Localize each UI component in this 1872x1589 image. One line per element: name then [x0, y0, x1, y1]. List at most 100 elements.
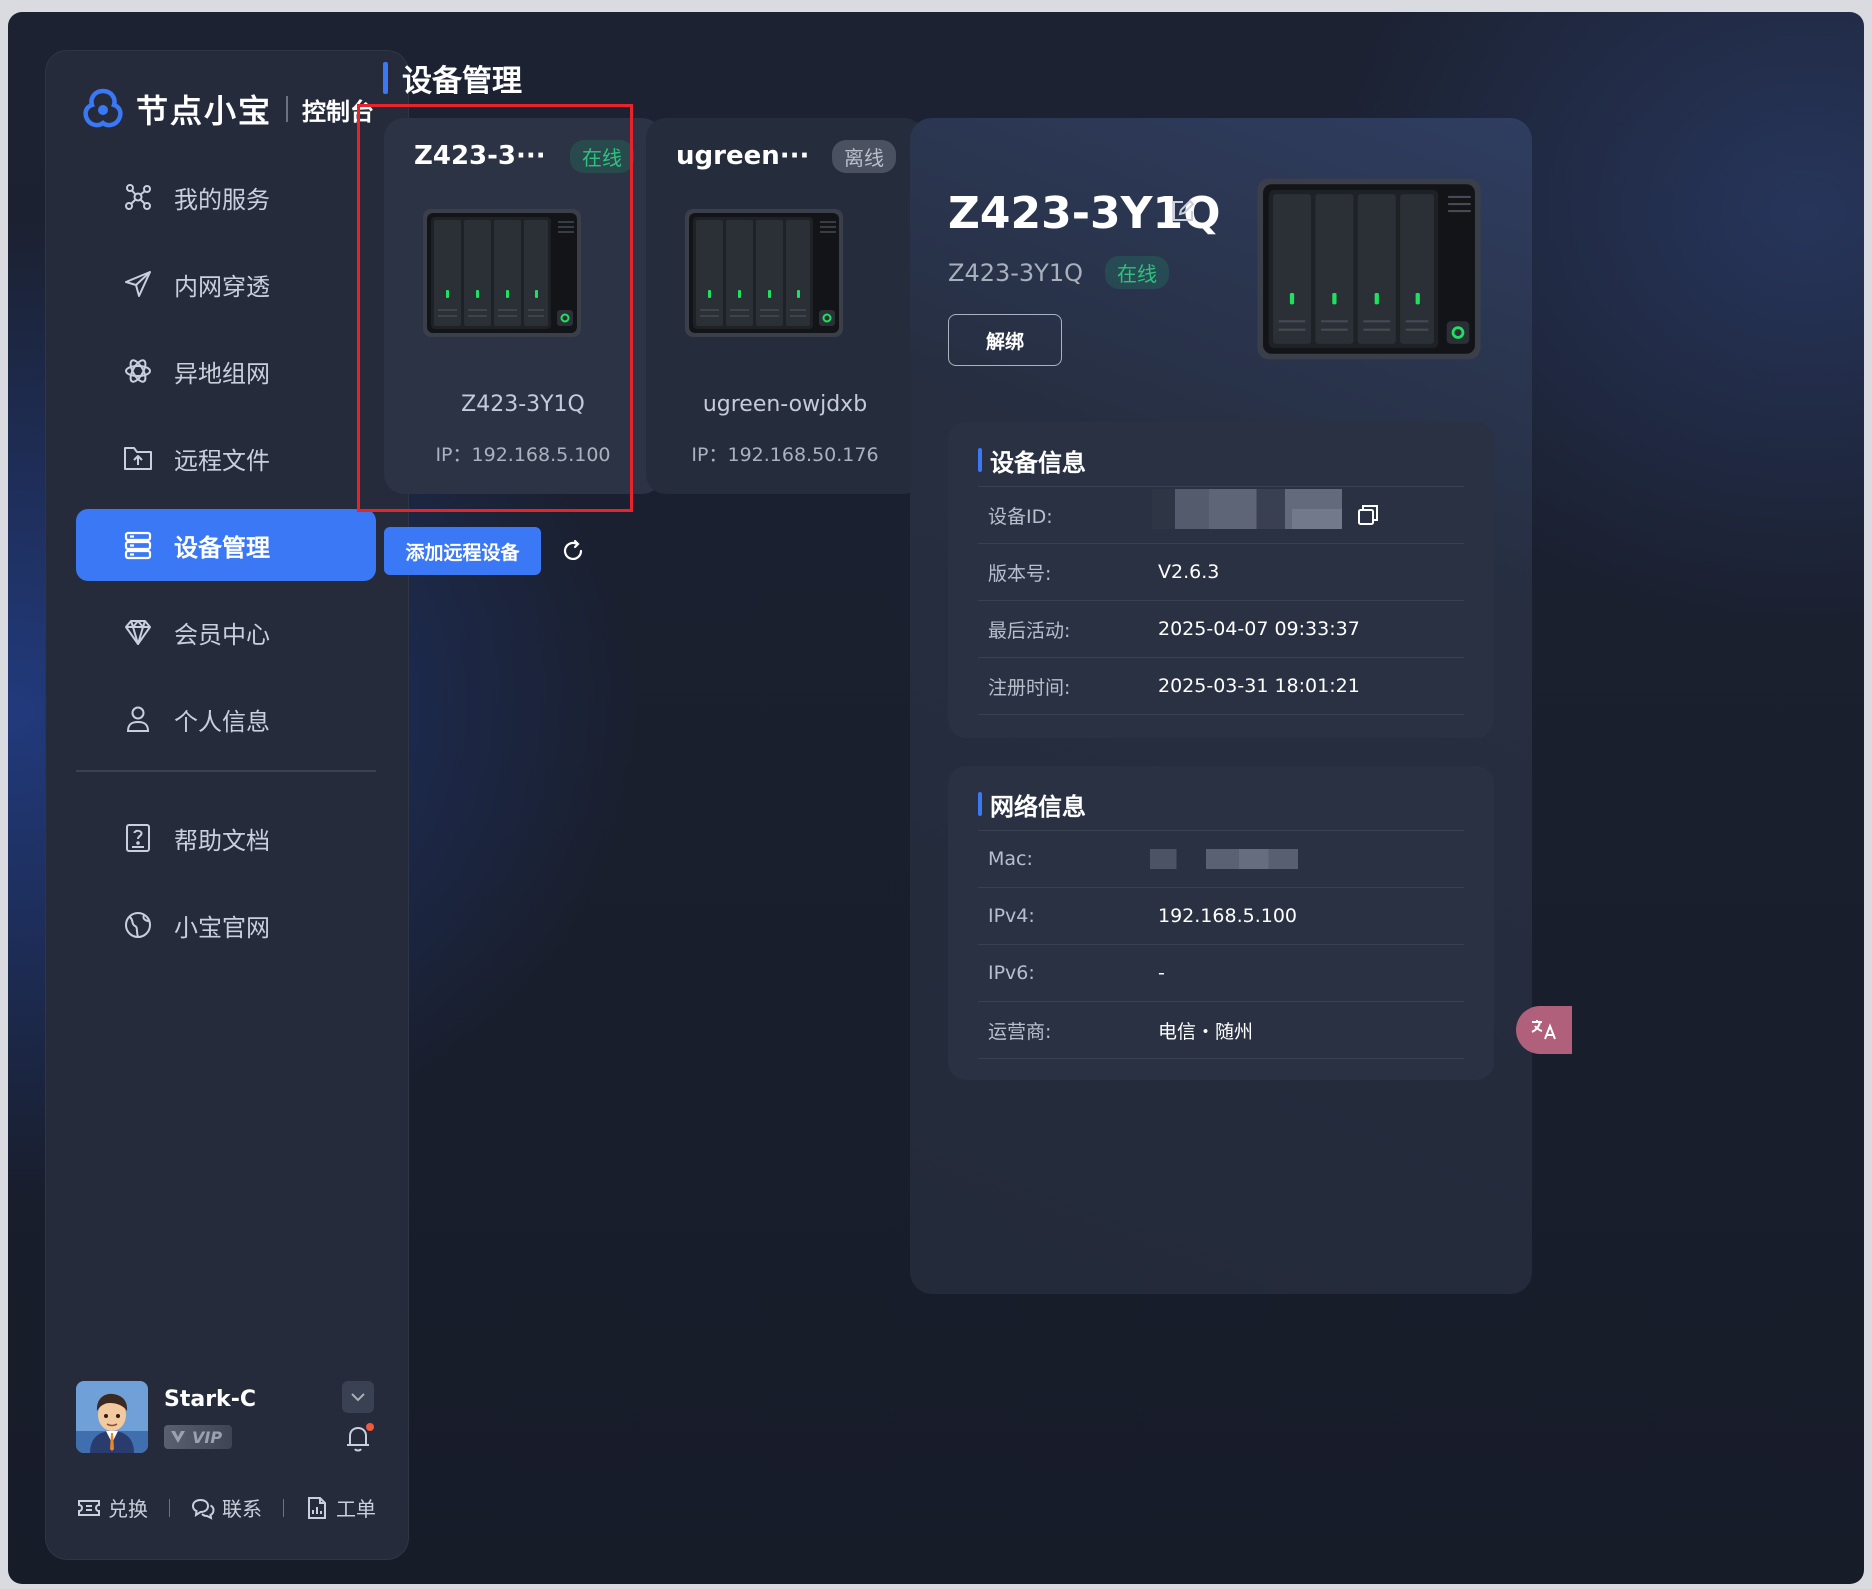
- sidebar-divider: [76, 770, 376, 772]
- paper-plane-icon: [125, 271, 151, 297]
- help-doc-icon: [126, 824, 150, 852]
- ticket-icon: [78, 1499, 100, 1516]
- user-menu-toggle[interactable]: [342, 1381, 374, 1413]
- status-badge: 离线: [832, 139, 896, 173]
- info-row-last-active: 最后活动: 2025-04-07 09:33:37: [978, 600, 1464, 657]
- device-info-section: 设备信息 设备ID: 版本号: V2.6.3 最后活动: 2025-04-07 …: [948, 422, 1494, 738]
- info-row-isp: 运营商: 电信・随州: [978, 1001, 1464, 1059]
- sidebar-item-label: 内网穿透: [174, 272, 270, 301]
- edit-icon[interactable]: [1170, 198, 1196, 224]
- info-row-ipv4: IPv4: 192.168.5.100: [978, 887, 1464, 944]
- sidebar: 节点小宝 控制台 我的服务 内网穿透 异地组网 远程文件 设备管理 会员中心 个…: [45, 50, 409, 1560]
- user-panel: Stark-C VIP: [76, 1381, 376, 1461]
- device-card[interactable]: Z423-3··· 在线 Z423-3Y1Q IP：192.168.5.100: [384, 118, 662, 494]
- sidebar-item-label: 帮助文档: [174, 826, 270, 855]
- sidebar-item-remote-files[interactable]: 远程文件: [76, 422, 376, 494]
- info-key: 版本号:: [988, 562, 1052, 585]
- info-value: 2025-03-31 18:01:21: [1158, 675, 1360, 697]
- avatar[interactable]: [76, 1381, 148, 1453]
- sidebar-item-label: 个人信息: [174, 707, 270, 736]
- server-stack-icon: [124, 531, 152, 560]
- network-info-section: 网络信息 Mac: IPv4: 192.168.5.100 IPv6: - 运营…: [948, 766, 1494, 1080]
- info-value: 电信・随州: [1158, 1020, 1254, 1043]
- diamond-icon: [125, 620, 151, 645]
- sidebar-item-my-services[interactable]: 我的服务: [76, 161, 376, 233]
- document-chart-icon: [308, 1496, 326, 1519]
- nas-device-icon: [423, 209, 581, 337]
- info-rows: Mac: IPv4: 192.168.5.100 IPv6: - 运营商: 电信…: [978, 830, 1464, 1059]
- sidebar-item-remote-network[interactable]: 异地组网: [76, 335, 376, 407]
- sidebar-footer: 兑换 联系 工单: [76, 1493, 376, 1522]
- copy-icon[interactable]: [1356, 503, 1380, 527]
- logo[interactable]: 节点小宝 控制台: [80, 81, 374, 137]
- redeem-link[interactable]: 兑换: [76, 1493, 148, 1522]
- detail-device-id: Z423-3Y1Q: [948, 258, 1083, 287]
- info-key: 设备ID:: [988, 505, 1053, 528]
- info-key: 运营商:: [988, 1020, 1052, 1043]
- sidebar-item-label: 远程文件: [174, 446, 270, 475]
- device-card-name: Z423-3···: [414, 141, 546, 171]
- folder-upload-icon: [124, 447, 152, 470]
- translate-icon: [1531, 1020, 1556, 1040]
- translate-floating-button[interactable]: [1516, 1006, 1572, 1054]
- info-key: 注册时间:: [988, 676, 1071, 699]
- redacted-value: [1150, 849, 1298, 869]
- info-rows: 设备ID: 版本号: V2.6.3 最后活动: 2025-04-07 09:33…: [978, 486, 1464, 715]
- status-badge: 在线: [570, 139, 634, 173]
- sidebar-item-help-docs[interactable]: 帮助文档: [76, 802, 376, 874]
- sidebar-item-official-site[interactable]: 小宝官网: [76, 889, 376, 961]
- device-card-header: ugreen··· 离线: [676, 136, 896, 176]
- info-key: Mac:: [988, 848, 1033, 870]
- device-card-label: Z423-3Y1Q: [461, 392, 585, 417]
- info-key: IPv4:: [988, 905, 1035, 927]
- title-accent-bar: [978, 448, 982, 472]
- sidebar-item-label: 设备管理: [174, 533, 270, 562]
- info-key: IPv6:: [988, 962, 1035, 984]
- nas-device-icon: [1257, 178, 1481, 360]
- title-accent-bar: [383, 62, 388, 94]
- logo-icon: [83, 88, 123, 128]
- app-window: 节点小宝 控制台 我的服务 内网穿透 异地组网 远程文件 设备管理 会员中心 个…: [8, 12, 1864, 1584]
- ticket-label: 工单: [336, 1497, 376, 1521]
- redacted-value: [1152, 489, 1342, 529]
- device-card[interactable]: ugreen··· 离线 ugreen-owjdxb IP：192.168.50…: [646, 118, 924, 494]
- sidebar-item-device-management[interactable]: 设备管理: [76, 509, 376, 581]
- section-title: 设备信息: [978, 440, 1086, 480]
- info-row-version: 版本号: V2.6.3: [978, 543, 1464, 600]
- chat-icon: [191, 1498, 215, 1520]
- sidebar-item-label: 我的服务: [174, 185, 270, 214]
- ticket-link[interactable]: 工单: [304, 1493, 376, 1522]
- brand-subtitle: 控制台: [302, 97, 375, 126]
- device-card-ip: IP：192.168.50.176: [691, 444, 879, 466]
- info-key: 最后活动:: [988, 619, 1071, 642]
- brand-name: 节点小宝: [136, 92, 273, 130]
- unbind-button[interactable]: 解绑: [948, 314, 1062, 366]
- add-remote-device-button[interactable]: 添加远程设备: [384, 527, 541, 575]
- device-card-name: ugreen···: [676, 141, 810, 171]
- brand-divider: [286, 96, 289, 122]
- info-row-device-id: 设备ID:: [978, 486, 1464, 543]
- network-nodes-icon: [125, 184, 151, 210]
- contact-label: 联系: [222, 1497, 262, 1521]
- contact-link[interactable]: 联系: [190, 1493, 262, 1522]
- avatar-image: [76, 1381, 148, 1453]
- detail-subtitle: Z423-3Y1Q 在线: [948, 256, 1169, 289]
- sidebar-item-label: 异地组网: [174, 359, 270, 388]
- refresh-icon[interactable]: [560, 538, 586, 564]
- info-row-registered: 注册时间: 2025-03-31 18:01:21: [978, 657, 1464, 715]
- device-card-header: Z423-3··· 在线: [414, 136, 634, 176]
- vip-badge: VIP: [164, 1425, 233, 1449]
- notification-dot: [366, 1423, 374, 1431]
- sidebar-item-profile[interactable]: 个人信息: [76, 683, 376, 755]
- redeem-label: 兑换: [108, 1497, 148, 1521]
- user-name: Stark-C: [164, 1387, 256, 1412]
- sidebar-item-membership[interactable]: 会员中心: [76, 596, 376, 668]
- atom-icon: [125, 359, 151, 383]
- chevron-down-icon: [351, 1393, 365, 1402]
- sidebar-nav: 我的服务 内网穿透 异地组网 远程文件 设备管理 会员中心 个人信息 帮助文档 …: [76, 161, 376, 976]
- vip-icon: [171, 1431, 185, 1443]
- sidebar-item-tunnel[interactable]: 内网穿透: [76, 248, 376, 320]
- sidebar-item-label: 会员中心: [174, 620, 270, 649]
- section-title: 网络信息: [978, 784, 1086, 824]
- info-value: -: [1158, 962, 1165, 984]
